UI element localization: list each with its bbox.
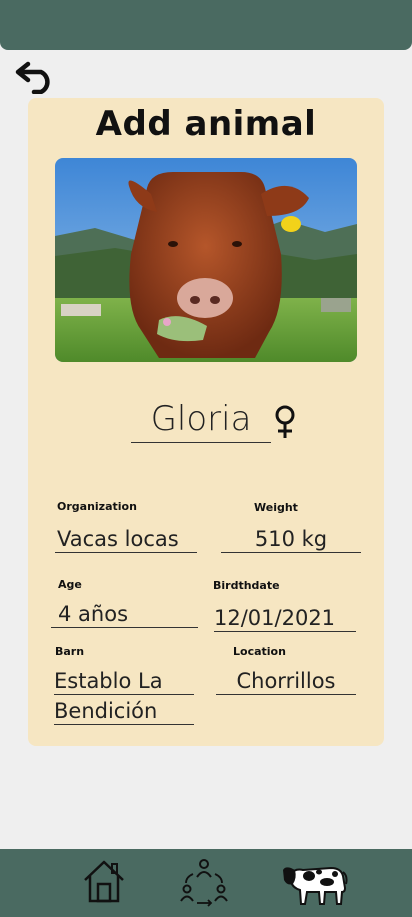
weight-field[interactable]: 510 kg — [221, 526, 361, 553]
home-icon[interactable] — [81, 858, 127, 904]
barn-field-line1[interactable]: Establo La — [54, 668, 194, 695]
community-icon[interactable] — [180, 857, 228, 907]
weight-label: Weight — [254, 501, 298, 514]
organization-label: Organization — [57, 500, 137, 513]
birthdate-label: Birdthdate — [213, 579, 280, 592]
animal-photo[interactable] — [55, 158, 357, 362]
age-field[interactable]: 4 años — [51, 601, 198, 628]
organization-field[interactable]: Vacas locas — [55, 526, 197, 553]
top-app-bar — [0, 0, 412, 50]
barn-field-line2[interactable]: Bendición — [54, 698, 194, 725]
location-label: Location — [233, 645, 286, 658]
page-title: Add animal — [95, 104, 317, 144]
animal-name-input[interactable]: Gloria — [131, 396, 271, 443]
location-field[interactable]: Chorrillos — [216, 668, 356, 695]
age-label: Age — [58, 578, 82, 591]
back-arrow-icon[interactable] — [14, 58, 58, 95]
birthdate-field[interactable]: 12/01/2021 — [214, 605, 356, 632]
female-icon[interactable] — [272, 404, 298, 440]
cow-icon[interactable] — [281, 860, 349, 906]
barn-label: Barn — [55, 645, 85, 658]
